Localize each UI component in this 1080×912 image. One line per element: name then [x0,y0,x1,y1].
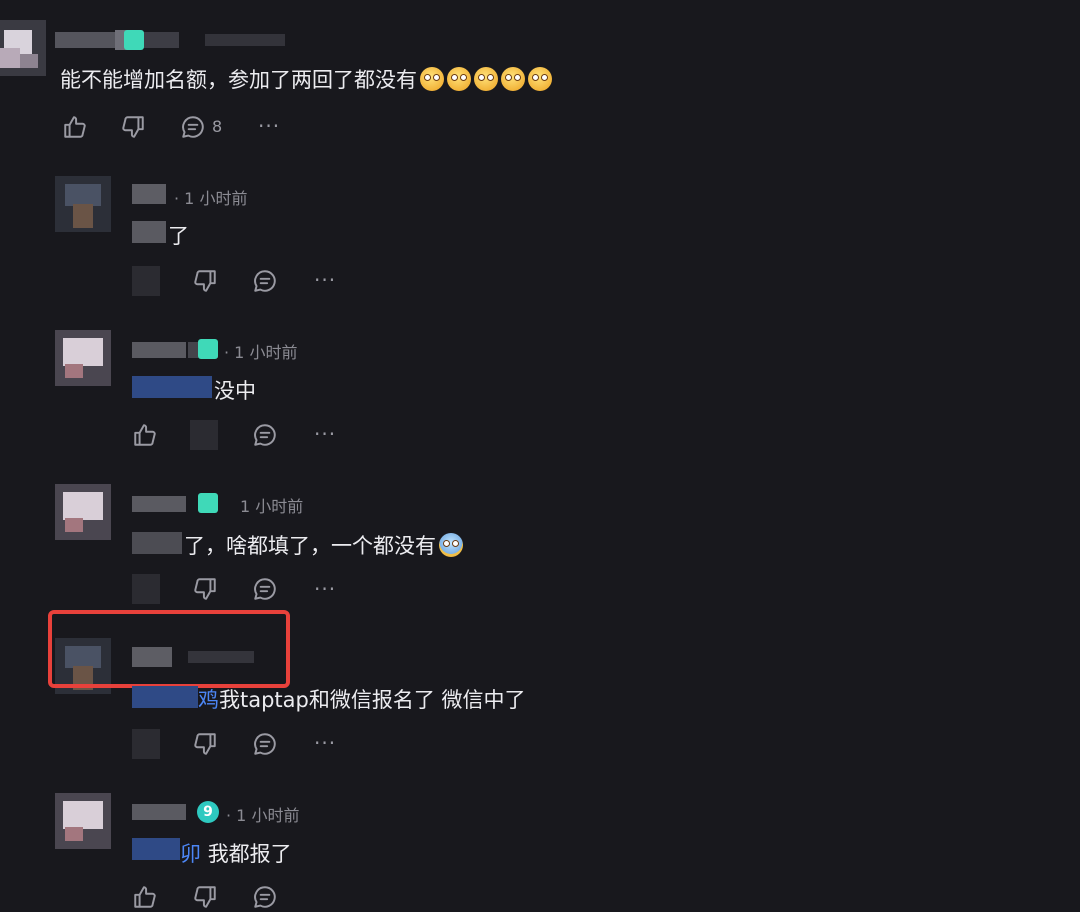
pleading-face-icon [447,67,471,91]
thumbs-down-icon [194,270,216,292]
comment-text: 能不能增加名额，参加了两回了都没有 [60,64,552,94]
like-button[interactable] [132,574,160,604]
comment-icon [254,578,276,600]
avatar[interactable] [55,330,111,386]
avatar[interactable] [55,793,111,849]
reply-button[interactable] [250,729,280,759]
thumbs-down-icon [194,886,216,908]
crying-face-icon [439,533,463,557]
dislike-button[interactable] [190,882,220,912]
user-badge-icon [124,30,144,50]
comment-text: 了 [168,224,189,248]
redacted-text [132,221,166,243]
avatar[interactable] [55,484,111,540]
comment-icon [254,733,276,755]
avatar[interactable] [55,176,111,232]
thumbs-down-icon [122,116,144,138]
redacted-mention [132,376,212,398]
more-options-button[interactable]: ··· [258,114,280,138]
pleading-face-icon [501,67,525,91]
more-options-button[interactable]: ··· [314,268,336,292]
redacted-mention [132,686,198,708]
reply-button[interactable] [250,266,280,296]
dislike-button[interactable] [190,266,220,296]
pleading-face-icon [420,67,444,91]
comment-icon [254,424,276,446]
mention[interactable]: 鸡 [198,688,219,712]
mention[interactable]: 卯 [180,842,201,866]
timestamp: · 1 小时前 [174,189,248,208]
more-options-button[interactable]: ··· [314,731,336,755]
thumbs-down-icon [194,578,216,600]
pleading-face-icon [474,67,498,91]
dislike-button[interactable] [190,574,220,604]
comment-text: 没中 [214,379,256,403]
comment-text: 鸡我taptap和微信报名了 微信中了 [198,688,526,712]
timestamp: · 1 小时前 [224,343,298,362]
user-badge-icon [198,339,218,359]
comment-icon [254,886,276,908]
dislike-button[interactable] [118,112,148,142]
thumbs-up-icon [64,116,86,138]
like-button[interactable] [130,882,160,912]
reply-button[interactable] [250,882,280,912]
username[interactable] [132,802,192,822]
dislike-button[interactable] [190,729,220,759]
thumbs-up-icon [134,886,156,908]
pleading-face-icon [528,67,552,91]
comment-icon [182,116,204,138]
level-badge: 9 [197,801,219,823]
reply-count: 8 [212,117,223,136]
thumbs-down-icon [194,733,216,755]
comment-text: 了，啥都填了，一个都没有 [184,530,463,560]
highlight-box [48,610,290,688]
comment-icon [254,270,276,292]
username[interactable] [132,184,172,204]
timestamp: · 1 小时前 [226,806,300,825]
redacted-text [132,532,182,554]
like-button[interactable] [132,729,160,759]
avatar[interactable] [0,20,46,76]
reply-button[interactable] [178,112,208,142]
like-button[interactable] [130,420,160,450]
thumbs-up-icon [134,424,156,446]
more-options-button[interactable]: ··· [314,577,336,601]
like-button[interactable] [60,112,90,142]
reply-button[interactable] [250,420,280,450]
user-badge-icon [198,493,218,513]
username[interactable] [55,30,285,50]
comment-text: 卯 我都报了 [180,842,292,866]
dislike-button[interactable] [190,420,218,450]
redacted-mention [132,838,180,860]
timestamp: 1 小时前 [240,497,304,516]
reply-button[interactable] [250,574,280,604]
more-options-button[interactable]: ··· [314,422,336,446]
like-button[interactable] [132,266,160,296]
